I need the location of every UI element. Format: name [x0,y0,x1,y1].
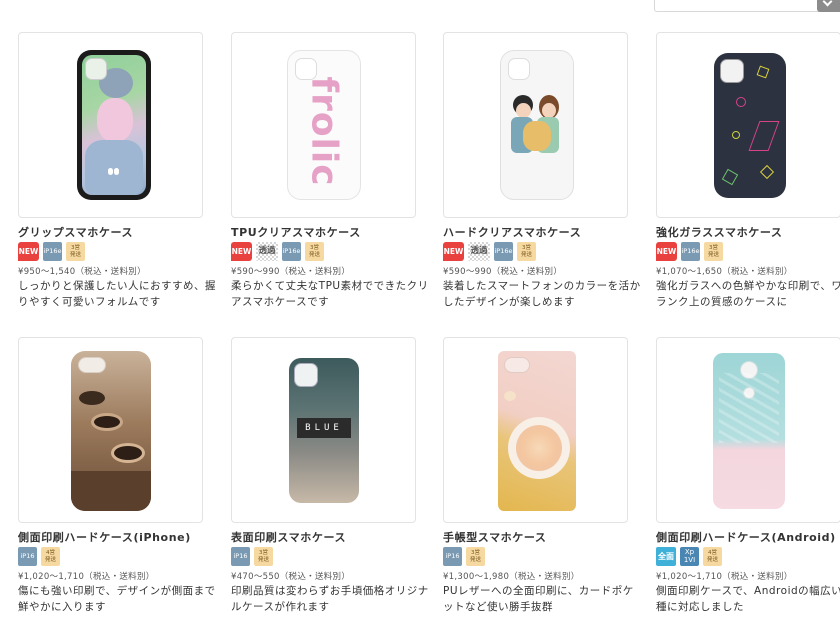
product-title[interactable]: TPUクリアスマホケース [231,224,361,240]
model-badge: iP16e [282,242,301,261]
product-title[interactable]: 側面印刷ハードケース(Android) [656,529,836,545]
product-price: ¥1,070〜1,650（税込・送料別） [656,267,793,277]
product-title[interactable]: 手帳型スマホケース [443,529,547,545]
shipping-badge: 3営 発送 [305,242,324,261]
case-print-text: BLUE [305,423,343,433]
chevron-down-icon [822,0,833,7]
product-price: ¥1,300〜1,980（税込・送料別） [443,572,580,582]
product-image[interactable]: frolic [231,32,416,218]
full-print-badge: 全面 [656,547,676,566]
transparent-badge: 透過 [468,242,490,261]
product-title[interactable]: 強化ガラススマホケース [656,224,783,240]
model-badge: iP16e [43,242,62,261]
badge-row: NEW iP16e 3営 発送 [18,242,85,262]
product-image[interactable] [656,337,840,523]
product-image[interactable] [443,32,628,218]
badge-row: iP16 3営 発送 [443,547,485,567]
product-card[interactable]: BLUE 表面印刷スマホケース iP16 3営 発送 ¥470〜550（税込・送… [231,337,428,613]
new-badge: NEW [18,242,39,261]
badge-row: NEW iP16e 3営 発送 [656,242,723,262]
product-price: ¥1,020〜1,710（税込・送料別） [18,572,155,582]
product-card[interactable]: 側面印刷ハードケース(Android) 全面 Xp 1VI 4営 発送 ¥1,0… [656,337,840,613]
product-description: 強化ガラスへの色鮮やかな印刷で、ワンランク上の質感のケースに [656,280,840,308]
shipping-badge: 3営 発送 [66,242,85,261]
shipping-badge: 3営 発送 [704,242,723,261]
product-price: ¥590〜990（税込・送料別） [231,267,351,277]
model-badge: iP16e [681,242,700,261]
badge-row: NEW 透過 iP16e 3営 発送 [231,242,324,262]
dropdown-button[interactable] [817,0,840,12]
product-card[interactable]: グリップスマホケース NEW iP16e 3営 発送 ¥950〜1,540（税込… [18,32,216,308]
new-badge: NEW [656,242,677,261]
badge-row: iP16 4営 発送 [18,547,60,567]
badge-row: iP16 3営 発送 [231,547,273,567]
shipping-badge: 4営 発送 [703,547,722,566]
product-description: 装着したスマートフォンのカラーを活かしたデザインが楽しめます [443,280,641,308]
product-image[interactable] [443,337,628,523]
case-print-text: frolic [303,76,345,187]
product-description: 傷にも強い印刷で、デザインが側面まで鮮やかに入ります [18,585,216,613]
product-card[interactable]: 手帳型スマホケース iP16 3営 発送 ¥1,300〜1,980（税込・送料別… [443,337,633,613]
product-card[interactable]: frolic TPUクリアスマホケース NEW 透過 iP16e 3営 発送 ¥… [231,32,428,308]
model-badge: iP16 [443,547,462,566]
product-description: 印刷品質は変わらずお手頃価格オリジナルケースが作れます [231,585,429,613]
product-price: ¥1,020〜1,710（税込・送料別） [656,572,793,582]
model-badge: iP16 [18,547,37,566]
product-card[interactable]: ハードクリアスマホケース NEW 透過 iP16e 3営 発送 ¥590〜990… [443,32,640,308]
product-description: 柔らかくて丈夫なTPU素材でできたクリアスマホケースです [231,280,429,308]
transparent-badge: 透過 [256,242,278,261]
badge-row: 全面 Xp 1VI 4営 発送 [656,547,722,567]
product-title[interactable]: グリップスマホケース [18,224,133,240]
product-price: ¥470〜550（税込・送料別） [231,572,351,582]
product-description: 側面印刷ケースで、Androidの幅広い機種に対応しました [656,585,840,613]
new-badge: NEW [231,242,252,261]
product-description: しっかりと保護したい人におすすめ、握りやすく可愛いフォルムです [18,280,216,308]
product-title[interactable]: 表面印刷スマホケース [231,529,346,545]
product-image[interactable] [18,32,203,218]
shipping-badge: 3営 発送 [517,242,536,261]
product-image[interactable] [656,32,840,218]
product-card[interactable]: 側面印刷ハードケース(iPhone) iP16 4営 発送 ¥1,020〜1,7… [18,337,215,613]
model-badge: iP16 [231,547,250,566]
shipping-badge: 3営 発送 [466,547,485,566]
search-input[interactable] [654,0,840,12]
product-image[interactable] [18,337,203,523]
product-description: PUレザーへの全面印刷に、カードポケットなど使い勝手抜群 [443,585,634,613]
shipping-badge: 3営 発送 [254,547,273,566]
model-badge: iP16e [494,242,513,261]
product-price: ¥950〜1,540（税込・送料別） [18,267,146,277]
model-badge: Xp 1VI [680,547,699,566]
product-card[interactable]: 強化ガラススマホケース NEW iP16e 3営 発送 ¥1,070〜1,650… [656,32,840,308]
badge-row: NEW 透過 iP16e 3営 発送 [443,242,536,262]
product-price: ¥590〜990（税込・送料別） [443,267,563,277]
shipping-badge: 4営 発送 [41,547,60,566]
product-title[interactable]: ハードクリアスマホケース [443,224,581,240]
product-image[interactable]: BLUE [231,337,416,523]
new-badge: NEW [443,242,464,261]
product-title[interactable]: 側面印刷ハードケース(iPhone) [18,529,191,545]
